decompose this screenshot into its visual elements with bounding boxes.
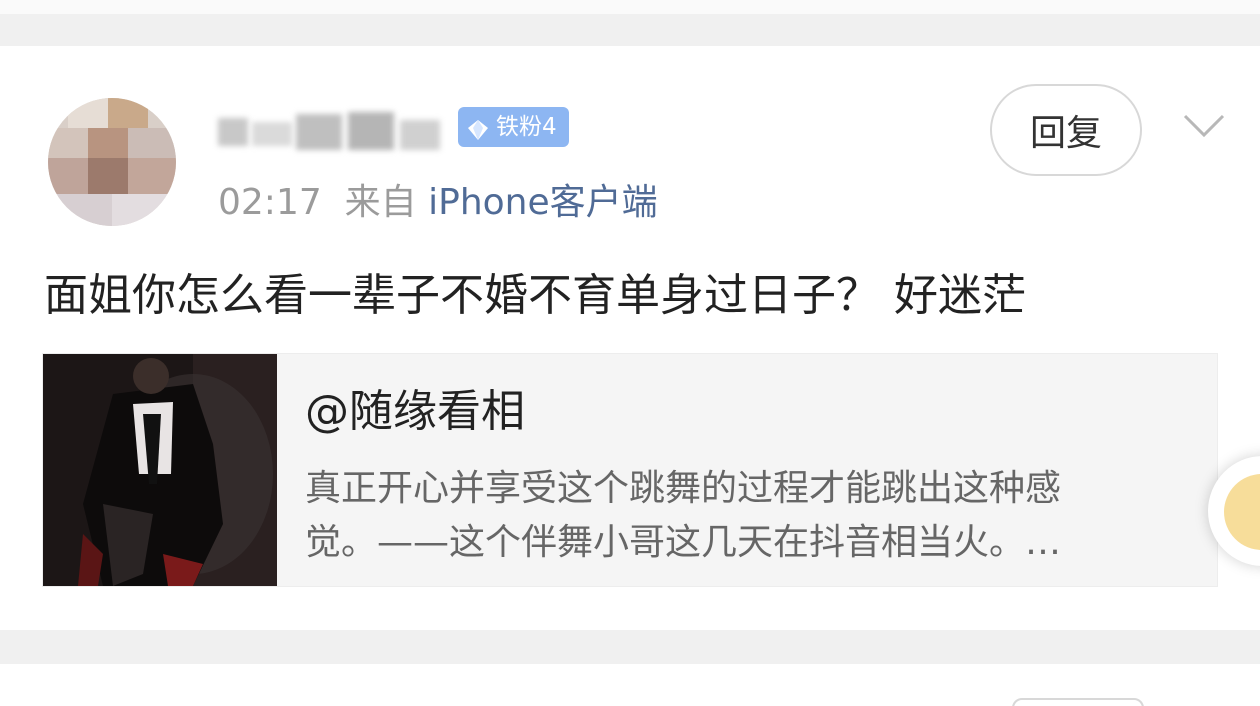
quoted-post-author[interactable]: @随缘看相	[305, 384, 525, 440]
badge-label: 铁粉4	[496, 114, 557, 140]
comment-meta: 02:17 来自 iPhone客户端	[218, 178, 658, 228]
quoted-post-line: 觉。——这个伴舞小哥这几天在抖音相当火。…	[305, 522, 1062, 563]
page: 铁粉4 02:17 来自 iPhone客户端 回复 面姐你怎么看一辈子不婚不育单…	[0, 0, 1260, 706]
avatar[interactable]	[48, 98, 176, 226]
comment-time: 02:17	[218, 182, 322, 223]
chevron-down-icon[interactable]	[1182, 112, 1226, 140]
fan-level-badge: 铁粉4	[458, 107, 569, 147]
top-separator	[0, 0, 1260, 46]
bottom-separator	[0, 630, 1260, 664]
source-client-link[interactable]: iPhone客户端	[428, 182, 658, 223]
quoted-post-body: 真正开心并享受这个跳舞的过程才能跳出这种感 觉。——这个伴舞小哥这几天在抖音相当…	[305, 462, 1185, 570]
username-blurred[interactable]	[218, 110, 450, 152]
reply-button[interactable]: 回复	[990, 84, 1142, 176]
quoted-post-thumbnail	[43, 354, 277, 586]
quoted-post-line: 真正开心并享受这个跳舞的过程才能跳出这种感	[305, 468, 1062, 509]
source-prefix: 来自	[344, 182, 417, 223]
comment-card: 铁粉4 02:17 来自 iPhone客户端 回复 面姐你怎么看一辈子不婚不育单…	[0, 46, 1260, 630]
diamond-icon	[466, 115, 490, 140]
comment-text: 面姐你怎么看一辈子不婚不育单身过日子？ 好迷茫	[44, 270, 1026, 321]
quoted-post-card[interactable]: @随缘看相 真正开心并享受这个跳舞的过程才能跳出这种感 觉。——这个伴舞小哥这几…	[42, 353, 1218, 587]
next-reply-button[interactable]	[1012, 698, 1144, 706]
